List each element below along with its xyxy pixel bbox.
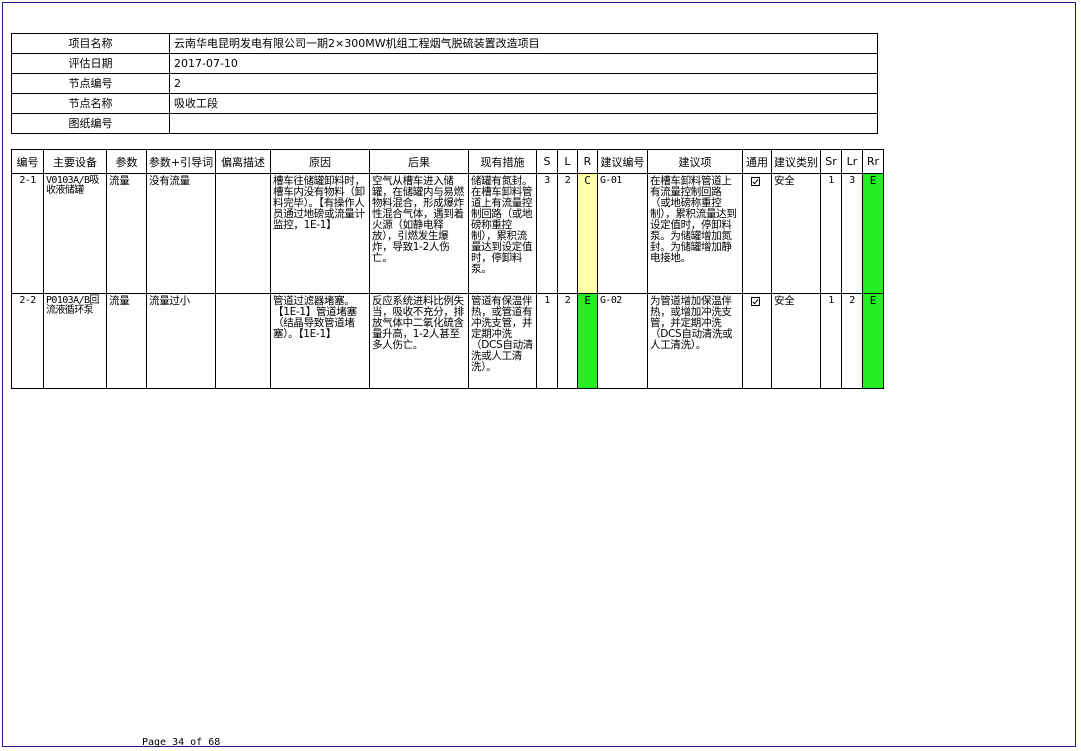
cell-safeguards: 储罐有氮封。在槽车卸料管道上有流量控制回路（或地磅称重控制），累积流量达到设定值… [468,173,537,294]
column-header: 建议项 [647,149,743,174]
table-header-row: 编号 主要设备 参数 参数+引导词 偏离描述 原因 后果 现有措施 S L R … [11,149,884,174]
info-row: 节点名称 吸收工段 [11,93,878,114]
info-value: 云南华电昆明发电有限公司一期2×300MW机组工程烟气脱硫装置改造项目 [169,33,878,54]
column-header: 通用 [742,149,772,174]
column-header: 主要设备 [43,149,107,174]
column-header: 编号 [11,149,44,174]
info-label: 节点编号 [11,73,170,94]
cell-risk: E [577,293,598,389]
cell-guideword: 流量过小 [146,293,216,389]
cell-severity: 3 [536,173,558,294]
cell-safeguards: 管道有保温伴热，或管道有冲洗支管，并定期冲洗（DCS自动清洗或人工清洗）。 [468,293,537,389]
cell-id: 2-2 [11,293,44,389]
cell-general [742,293,772,389]
info-label: 图纸编号 [11,113,170,134]
column-header: Sr [820,149,842,174]
column-header: 建议编号 [597,149,648,174]
info-value [169,113,878,134]
cell-deviation [215,173,271,294]
cell-equipment: P0103A/B回流液循环泵 [43,293,107,389]
cell-cause: 管道过滤器堵塞。【1E-1】管道堵塞（结晶导致管道堵塞）。【1E-1】 [270,293,370,389]
cell-recommendation: 为管道增加保温伴热，或增加冲洗支管，并定期冲洗（DCS自动清洗或人工清洗）。 [647,293,743,389]
column-header: 建议类别 [771,149,821,174]
info-label: 评估日期 [11,53,170,74]
column-header: 后果 [369,149,469,174]
column-header: 偏离描述 [215,149,271,174]
cell-cause: 槽车往储罐卸料时，槽车内没有物料（卸料完毕）。【有操作人员通过地磅或流量计监控，… [270,173,370,294]
cell-residual-likelihood: 3 [841,173,863,294]
cell-residual-severity: 1 [820,173,842,294]
table-row: 2-2 P0103A/B回流液循环泵 流量 流量过小 管道过滤器堵塞。【1E-1… [11,293,884,389]
cell-risk: C [577,173,598,294]
cell-severity: 1 [536,293,558,389]
column-header: Lr [841,149,863,174]
cell-recommendation-id: G-01 [597,173,648,294]
column-header: 参数+引导词 [146,149,216,174]
cell-residual-likelihood: 2 [841,293,863,389]
column-header: Rr [862,149,884,174]
cell-residual-risk: E [862,293,884,389]
cell-recommendation: 在槽车卸料管道上有流量控制回路（或地磅称重控制），累积流量达到设定值时，停卸料泵… [647,173,743,294]
cell-consequence: 空气从槽车进入储罐，在储罐内与易燃物料混合，形成爆炸性混合气体，遇到着火源（如静… [369,173,469,294]
cell-category: 安全 [771,293,821,389]
cell-parameter: 流量 [106,173,147,294]
info-value: 2017-07-10 [169,53,878,74]
cell-category: 安全 [771,173,821,294]
checkbox-checked-icon[interactable] [751,297,760,306]
hazop-table: 编号 主要设备 参数 参数+引导词 偏离描述 原因 后果 现有措施 S L R … [11,149,884,389]
cell-likelihood: 2 [557,293,578,389]
info-label: 项目名称 [11,33,170,54]
cell-likelihood: 2 [557,173,578,294]
column-header: R [577,149,598,174]
column-header: 现有措施 [468,149,537,174]
info-row: 评估日期 2017-07-10 [11,53,878,74]
column-header: L [557,149,578,174]
column-header: S [536,149,558,174]
column-header: 参数 [106,149,147,174]
info-row: 图纸编号 [11,113,878,134]
info-row: 项目名称 云南华电昆明发电有限公司一期2×300MW机组工程烟气脱硫装置改造项目 [11,33,878,54]
info-value: 吸收工段 [169,93,878,114]
cell-general [742,173,772,294]
cell-residual-severity: 1 [820,293,842,389]
page-number: Page 34 of 68 [142,737,221,748]
cell-deviation [215,293,271,389]
checkbox-checked-icon[interactable] [751,177,760,186]
cell-guideword: 没有流量 [146,173,216,294]
cell-equipment: V0103A/B吸收液储罐 [43,173,107,294]
cell-consequence: 反应系统进料比例失当，吸收不充分，排放气体中二氧化硫含量升高，1-2人甚至多人伤… [369,293,469,389]
info-value: 2 [169,73,878,94]
cell-parameter: 流量 [106,293,147,389]
project-info-table: 项目名称 云南华电昆明发电有限公司一期2×300MW机组工程烟气脱硫装置改造项目… [11,33,878,134]
cell-id: 2-1 [11,173,44,294]
info-label: 节点名称 [11,93,170,114]
column-header: 原因 [270,149,370,174]
table-row: 2-1 V0103A/B吸收液储罐 流量 没有流量 槽车往储罐卸料时，槽车内没有… [11,173,884,294]
cell-residual-risk: E [862,173,884,294]
cell-recommendation-id: G-02 [597,293,648,389]
info-row: 节点编号 2 [11,73,878,94]
